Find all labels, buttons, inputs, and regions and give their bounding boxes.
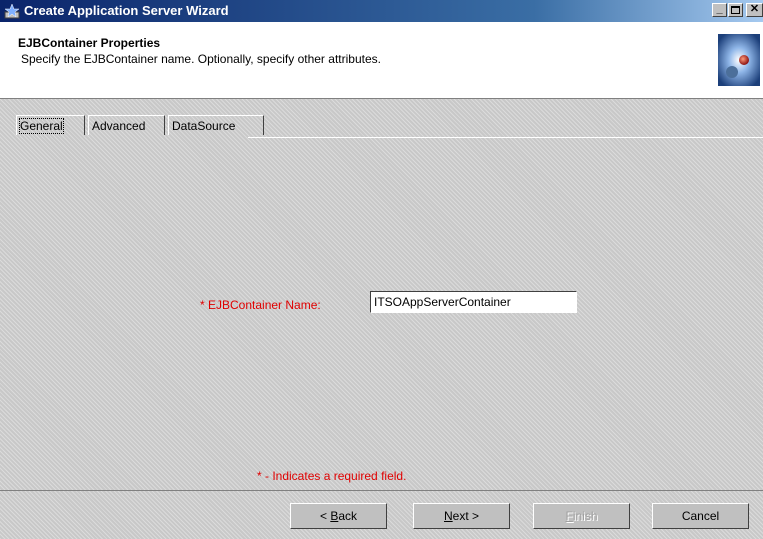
ejbcontainer-name-label: * EJBContainer Name: bbox=[200, 298, 321, 312]
wizard-graphic-icon bbox=[718, 34, 760, 86]
wizard-content: General Advanced DataSource * EJBContain… bbox=[0, 99, 763, 490]
tab-label: General bbox=[19, 118, 64, 134]
required-field-note: * - Indicates a required field. bbox=[257, 469, 407, 483]
wizard-app-icon bbox=[4, 3, 20, 19]
minimize-icon: _ bbox=[716, 3, 723, 15]
ejbcontainer-name-input[interactable] bbox=[370, 291, 577, 313]
finish-button[interactable]: Finish bbox=[533, 503, 630, 529]
maximize-button[interactable] bbox=[728, 3, 743, 17]
wizard-footer: < Back Next > Finish Cancel bbox=[0, 491, 763, 539]
minimize-button[interactable]: _ bbox=[712, 3, 727, 17]
tab-label: Advanced bbox=[92, 119, 146, 133]
next-button[interactable]: Next > bbox=[413, 503, 510, 529]
back-button[interactable]: < Back bbox=[290, 503, 387, 529]
maximize-icon bbox=[731, 6, 740, 14]
tab-label: DataSource bbox=[172, 119, 236, 133]
wizard-header: EJBContainer Properties Specify the EJBC… bbox=[0, 22, 763, 99]
page-title: EJBContainer Properties bbox=[18, 36, 161, 50]
title-bar: Create Application Server Wizard _ ✕ bbox=[0, 0, 763, 22]
tab-general[interactable]: General bbox=[16, 115, 85, 135]
page-subtitle: Specify the EJBContainer name. Optionall… bbox=[21, 52, 381, 66]
tab-datasource[interactable]: DataSource bbox=[168, 115, 264, 135]
tab-advanced[interactable]: Advanced bbox=[88, 115, 165, 135]
close-button[interactable]: ✕ bbox=[746, 3, 763, 17]
tab-divider bbox=[248, 137, 763, 138]
window-title: Create Application Server Wizard bbox=[24, 3, 229, 18]
close-icon: ✕ bbox=[749, 3, 760, 15]
cancel-button[interactable]: Cancel bbox=[652, 503, 749, 529]
